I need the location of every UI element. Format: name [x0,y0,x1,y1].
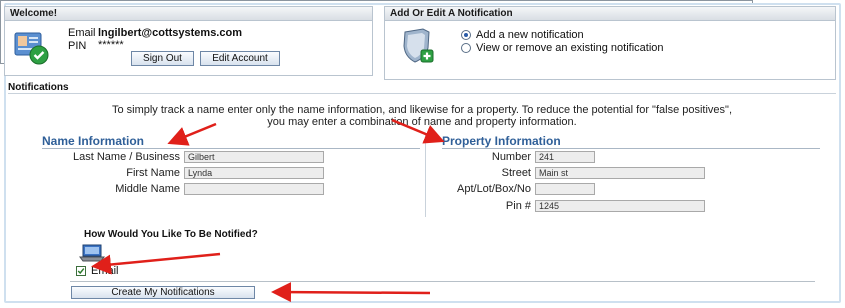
notifications-divider [8,93,836,94]
create-notifications-button[interactable]: Create My Notifications [71,286,255,299]
notification-method-title: How Would You Like To Be Notified? [82,229,260,240]
notification-choice-title: Add Or Edit A Notification [385,7,835,21]
street-label: Street [501,167,531,179]
add-new-notification-option[interactable]: Add a new notification [461,29,584,41]
middle-name-input[interactable] [184,183,324,195]
first-name-label: First Name [126,167,180,179]
street-input[interactable]: Main st [535,167,705,179]
add-new-radio[interactable] [461,30,471,40]
pin-value: ****** [98,39,124,51]
view-remove-radio[interactable] [461,43,471,53]
pin-label: PIN [68,40,87,52]
view-remove-label: View or remove an existing notification [476,42,664,54]
view-remove-notification-option[interactable]: View or remove an existing notification [461,42,664,54]
edit-account-button[interactable]: Edit Account [200,51,280,66]
number-input[interactable]: 241 [535,151,595,163]
notification-choice-panel: Add Or Edit A Notification Add a new not… [384,6,836,80]
last-name-input[interactable]: Gilbert [184,151,324,163]
name-information-divider [42,148,420,149]
user-account-icon [14,32,49,65]
email-value: lngilbert@cottsystems.com [98,27,242,39]
add-new-label: Add a new notification [476,29,584,41]
checkmark-icon [77,268,85,275]
first-name-input[interactable]: Lynda [184,167,324,179]
intro-line-2: you may enter a combination of name and … [267,116,577,128]
sign-out-button[interactable]: Sign Out [131,51,194,66]
notification-method-divider [70,281,815,282]
email-checkbox-label: Email [91,265,119,277]
welcome-panel: Welcome! Email lngilbert@cottsystems.com… [4,6,373,76]
property-information-title: Property Information [442,134,561,148]
apt-lot-box-label: Apt/Lot/Box/No [457,183,531,195]
last-name-label: Last Name / Business [73,151,180,163]
middle-name-label: Middle Name [115,183,180,195]
name-information-title: Name Information [42,134,145,148]
email-checkbox[interactable] [76,266,86,276]
welcome-title: Welcome! [5,7,372,21]
laptop-icon [79,244,105,262]
property-information-divider [442,148,820,149]
property-pin-label: Pin # [505,200,531,212]
property-pin-input[interactable]: 1245 [535,200,705,212]
notifications-intro: To simply track a name enter only the na… [8,104,836,128]
notifications-title: Notifications [8,82,69,93]
number-label: Number [491,151,531,163]
shield-add-icon [403,28,434,63]
intro-line-1: To simply track a name enter only the na… [111,104,733,116]
email-label: Email [68,27,96,39]
apt-lot-box-input[interactable] [535,183,595,195]
